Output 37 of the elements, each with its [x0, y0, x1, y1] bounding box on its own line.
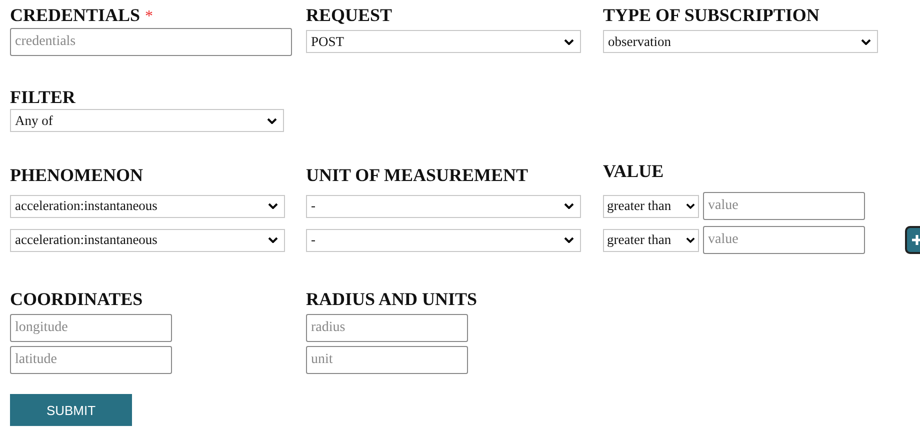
chevron-down-icon: [686, 203, 695, 209]
filter-dropdown[interactable]: Any of: [10, 109, 284, 132]
value-field[interactable]: value: [703, 226, 865, 254]
column-label: VALUE: [603, 160, 665, 182]
field-label: RADIUS AND UNITS: [306, 288, 478, 310]
chevron-down-icon: [268, 237, 278, 243]
field-label: REQUEST: [306, 4, 394, 26]
field-label: TYPE OF SUBSCRIPTION: [603, 4, 820, 26]
chevron-down-icon: [564, 38, 574, 44]
column-label: PHENOMENON: [10, 164, 144, 186]
phenomenon-dropdown[interactable]: acceleration:instantaneous: [10, 194, 285, 218]
chevron-down-icon: [861, 38, 871, 44]
subscription-type-dropdown[interactable]: observation: [603, 30, 878, 53]
request-dropdown[interactable]: POST: [306, 30, 581, 53]
chevron-down-icon: [564, 237, 574, 243]
plus-icon: [911, 234, 920, 246]
field-label: CREDENTIALS: [10, 4, 140, 26]
coordinate-field[interactable]: latitude: [10, 346, 172, 374]
field-label: COORDINATES: [10, 288, 144, 310]
phenomenon-dropdown[interactable]: acceleration:instantaneous: [10, 228, 285, 252]
operator-dropdown[interactable]: greater than: [603, 228, 699, 252]
submit-button[interactable]: SUBMIT: [10, 394, 132, 426]
required-mark: *: [145, 8, 154, 26]
coordinate-field[interactable]: longitude: [10, 314, 172, 342]
unit-dropdown[interactable]: -: [306, 194, 581, 218]
chevron-down-icon: [686, 237, 695, 243]
column-label: UNIT OF MEASUREMENT: [306, 164, 530, 186]
chevron-down-icon: [564, 203, 574, 209]
chevron-down-icon: [268, 203, 278, 209]
credentials-field[interactable]: credentials: [10, 28, 292, 56]
field-label: FILTER: [10, 86, 76, 108]
chevron-down-icon: [267, 118, 277, 124]
unit-field[interactable]: unit: [306, 346, 468, 374]
unit-dropdown[interactable]: -: [306, 228, 581, 252]
value-field[interactable]: value: [703, 192, 865, 220]
operator-dropdown[interactable]: greater than: [603, 194, 699, 218]
radius-field[interactable]: radius: [306, 314, 468, 342]
